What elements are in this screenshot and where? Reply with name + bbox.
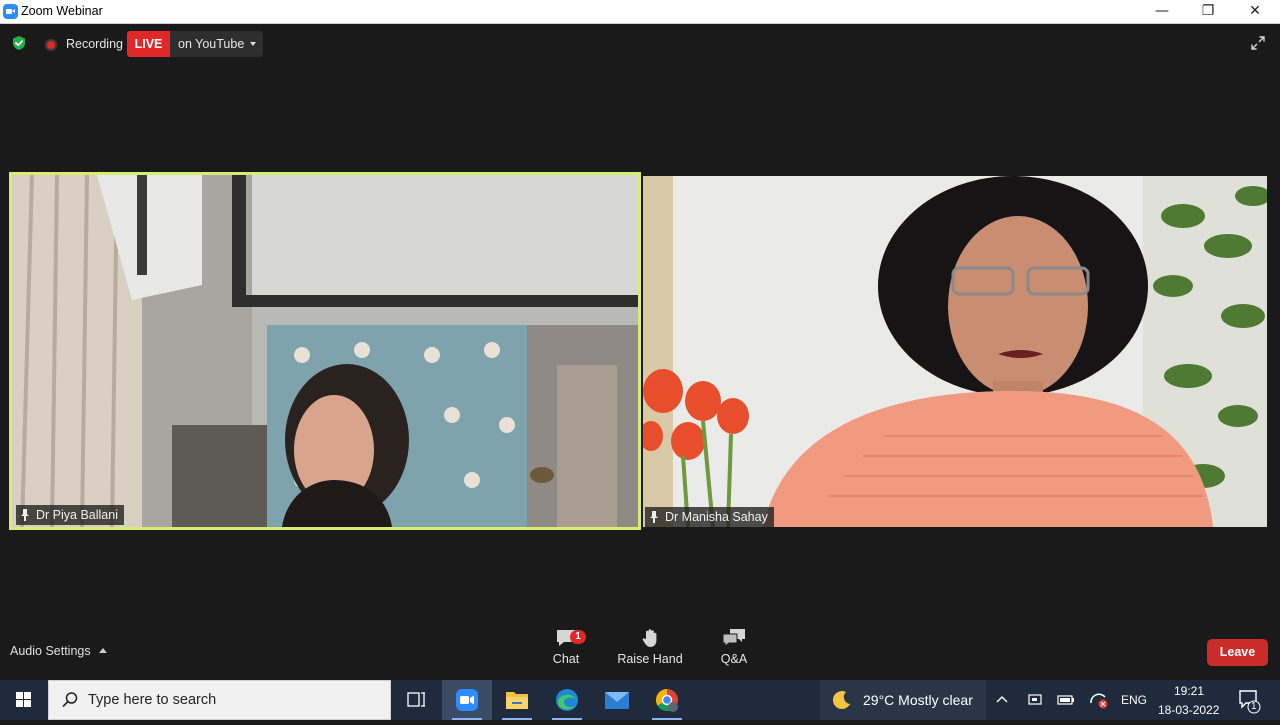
minimize-button[interactable]: — bbox=[1139, 0, 1185, 23]
language-indicator[interactable]: ENG bbox=[1121, 693, 1147, 707]
participant-video-image bbox=[643, 176, 1267, 527]
pin-icon bbox=[650, 511, 658, 523]
live-target-text: on YouTube bbox=[178, 37, 245, 51]
qa-label: Q&A bbox=[720, 652, 748, 666]
participant-name-plate: Dr Manisha Sahay bbox=[645, 507, 774, 527]
chrome-icon bbox=[656, 689, 678, 712]
video-tile[interactable]: Dr Manisha Sahay bbox=[643, 176, 1267, 527]
participant-name: Dr Piya Ballani bbox=[36, 508, 118, 522]
fullscreen-icon[interactable] bbox=[1250, 35, 1266, 51]
moon-icon bbox=[832, 691, 850, 710]
chevron-down-icon bbox=[250, 42, 256, 46]
search-placeholder: Type here to search bbox=[88, 692, 217, 708]
task-view-icon bbox=[407, 692, 425, 707]
audio-settings-label: Audio Settings bbox=[10, 644, 91, 658]
mail-icon bbox=[605, 692, 629, 709]
notification-count: 1 bbox=[1251, 701, 1257, 712]
zoom-icon bbox=[456, 689, 478, 711]
webinar-stage: Recording LIVE on YouTube Dr Piya Ballan… bbox=[0, 24, 1280, 680]
file-explorer-icon bbox=[506, 692, 528, 709]
notification-center-button[interactable]: 1 bbox=[1234, 680, 1274, 720]
recording-dot-icon bbox=[45, 39, 57, 51]
zoom-app-icon bbox=[3, 4, 18, 19]
taskbar-chrome[interactable] bbox=[642, 680, 692, 720]
task-view-button[interactable] bbox=[391, 680, 441, 720]
weather-widget[interactable]: 29°C Mostly clear bbox=[820, 680, 986, 720]
taskbar: Type here to search 29°C Mostly clear EN… bbox=[0, 680, 1280, 720]
encryption-shield-icon[interactable] bbox=[11, 35, 27, 51]
qa-icon bbox=[722, 629, 745, 647]
live-badge: LIVE bbox=[127, 31, 170, 57]
title-bar: Zoom Webinar — ❐ ✕ bbox=[0, 0, 1280, 24]
clock[interactable]: 19:21 18-03-2022 bbox=[1150, 680, 1230, 720]
search-icon bbox=[62, 692, 78, 708]
close-button[interactable]: ✕ bbox=[1232, 0, 1278, 23]
windows-logo-icon bbox=[16, 692, 31, 707]
chat-unread-badge: 1 bbox=[570, 630, 586, 644]
notification-icon bbox=[1239, 690, 1261, 714]
battery-icon[interactable] bbox=[1057, 692, 1075, 708]
restore-button[interactable]: ❐ bbox=[1185, 0, 1231, 23]
leave-button[interactable]: Leave bbox=[1207, 639, 1268, 666]
raise-hand-button[interactable]: Raise Hand bbox=[614, 628, 686, 666]
clock-date: 18-03-2022 bbox=[1158, 703, 1220, 717]
pin-icon bbox=[21, 509, 29, 521]
chevron-up-icon[interactable] bbox=[994, 692, 1010, 708]
participant-video-image bbox=[12, 175, 638, 527]
taskbar-mail[interactable] bbox=[592, 680, 642, 720]
live-target-label: on YouTube bbox=[170, 31, 263, 57]
chevron-up-icon bbox=[98, 648, 107, 653]
network-disconnected-icon[interactable] bbox=[1089, 691, 1109, 709]
participant-name: Dr Manisha Sahay bbox=[665, 510, 768, 524]
chat-label: Chat bbox=[552, 652, 580, 666]
recording-label: Recording bbox=[66, 37, 123, 51]
clock-time: 19:21 bbox=[1174, 684, 1205, 698]
start-button[interactable] bbox=[0, 680, 48, 720]
qa-button[interactable]: Q&A bbox=[712, 628, 756, 666]
participant-name-plate: Dr Piya Ballani bbox=[16, 505, 124, 525]
meet-now-icon[interactable] bbox=[1027, 692, 1043, 708]
live-stream-button[interactable]: LIVE on YouTube bbox=[127, 31, 263, 57]
taskbar-edge[interactable] bbox=[542, 680, 592, 720]
edge-icon bbox=[556, 689, 578, 711]
taskbar-zoom[interactable] bbox=[442, 680, 492, 720]
taskbar-search-box[interactable]: Type here to search bbox=[48, 680, 391, 720]
weather-text: 29°C Mostly clear bbox=[863, 692, 973, 708]
raise-hand-icon bbox=[642, 629, 657, 647]
window-title: Zoom Webinar bbox=[21, 4, 103, 18]
video-tile-active-speaker[interactable]: Dr Piya Ballani bbox=[9, 172, 641, 530]
raise-hand-label: Raise Hand bbox=[617, 652, 683, 666]
taskbar-file-explorer[interactable] bbox=[492, 680, 542, 720]
audio-settings-button[interactable]: Audio Settings bbox=[10, 644, 107, 658]
